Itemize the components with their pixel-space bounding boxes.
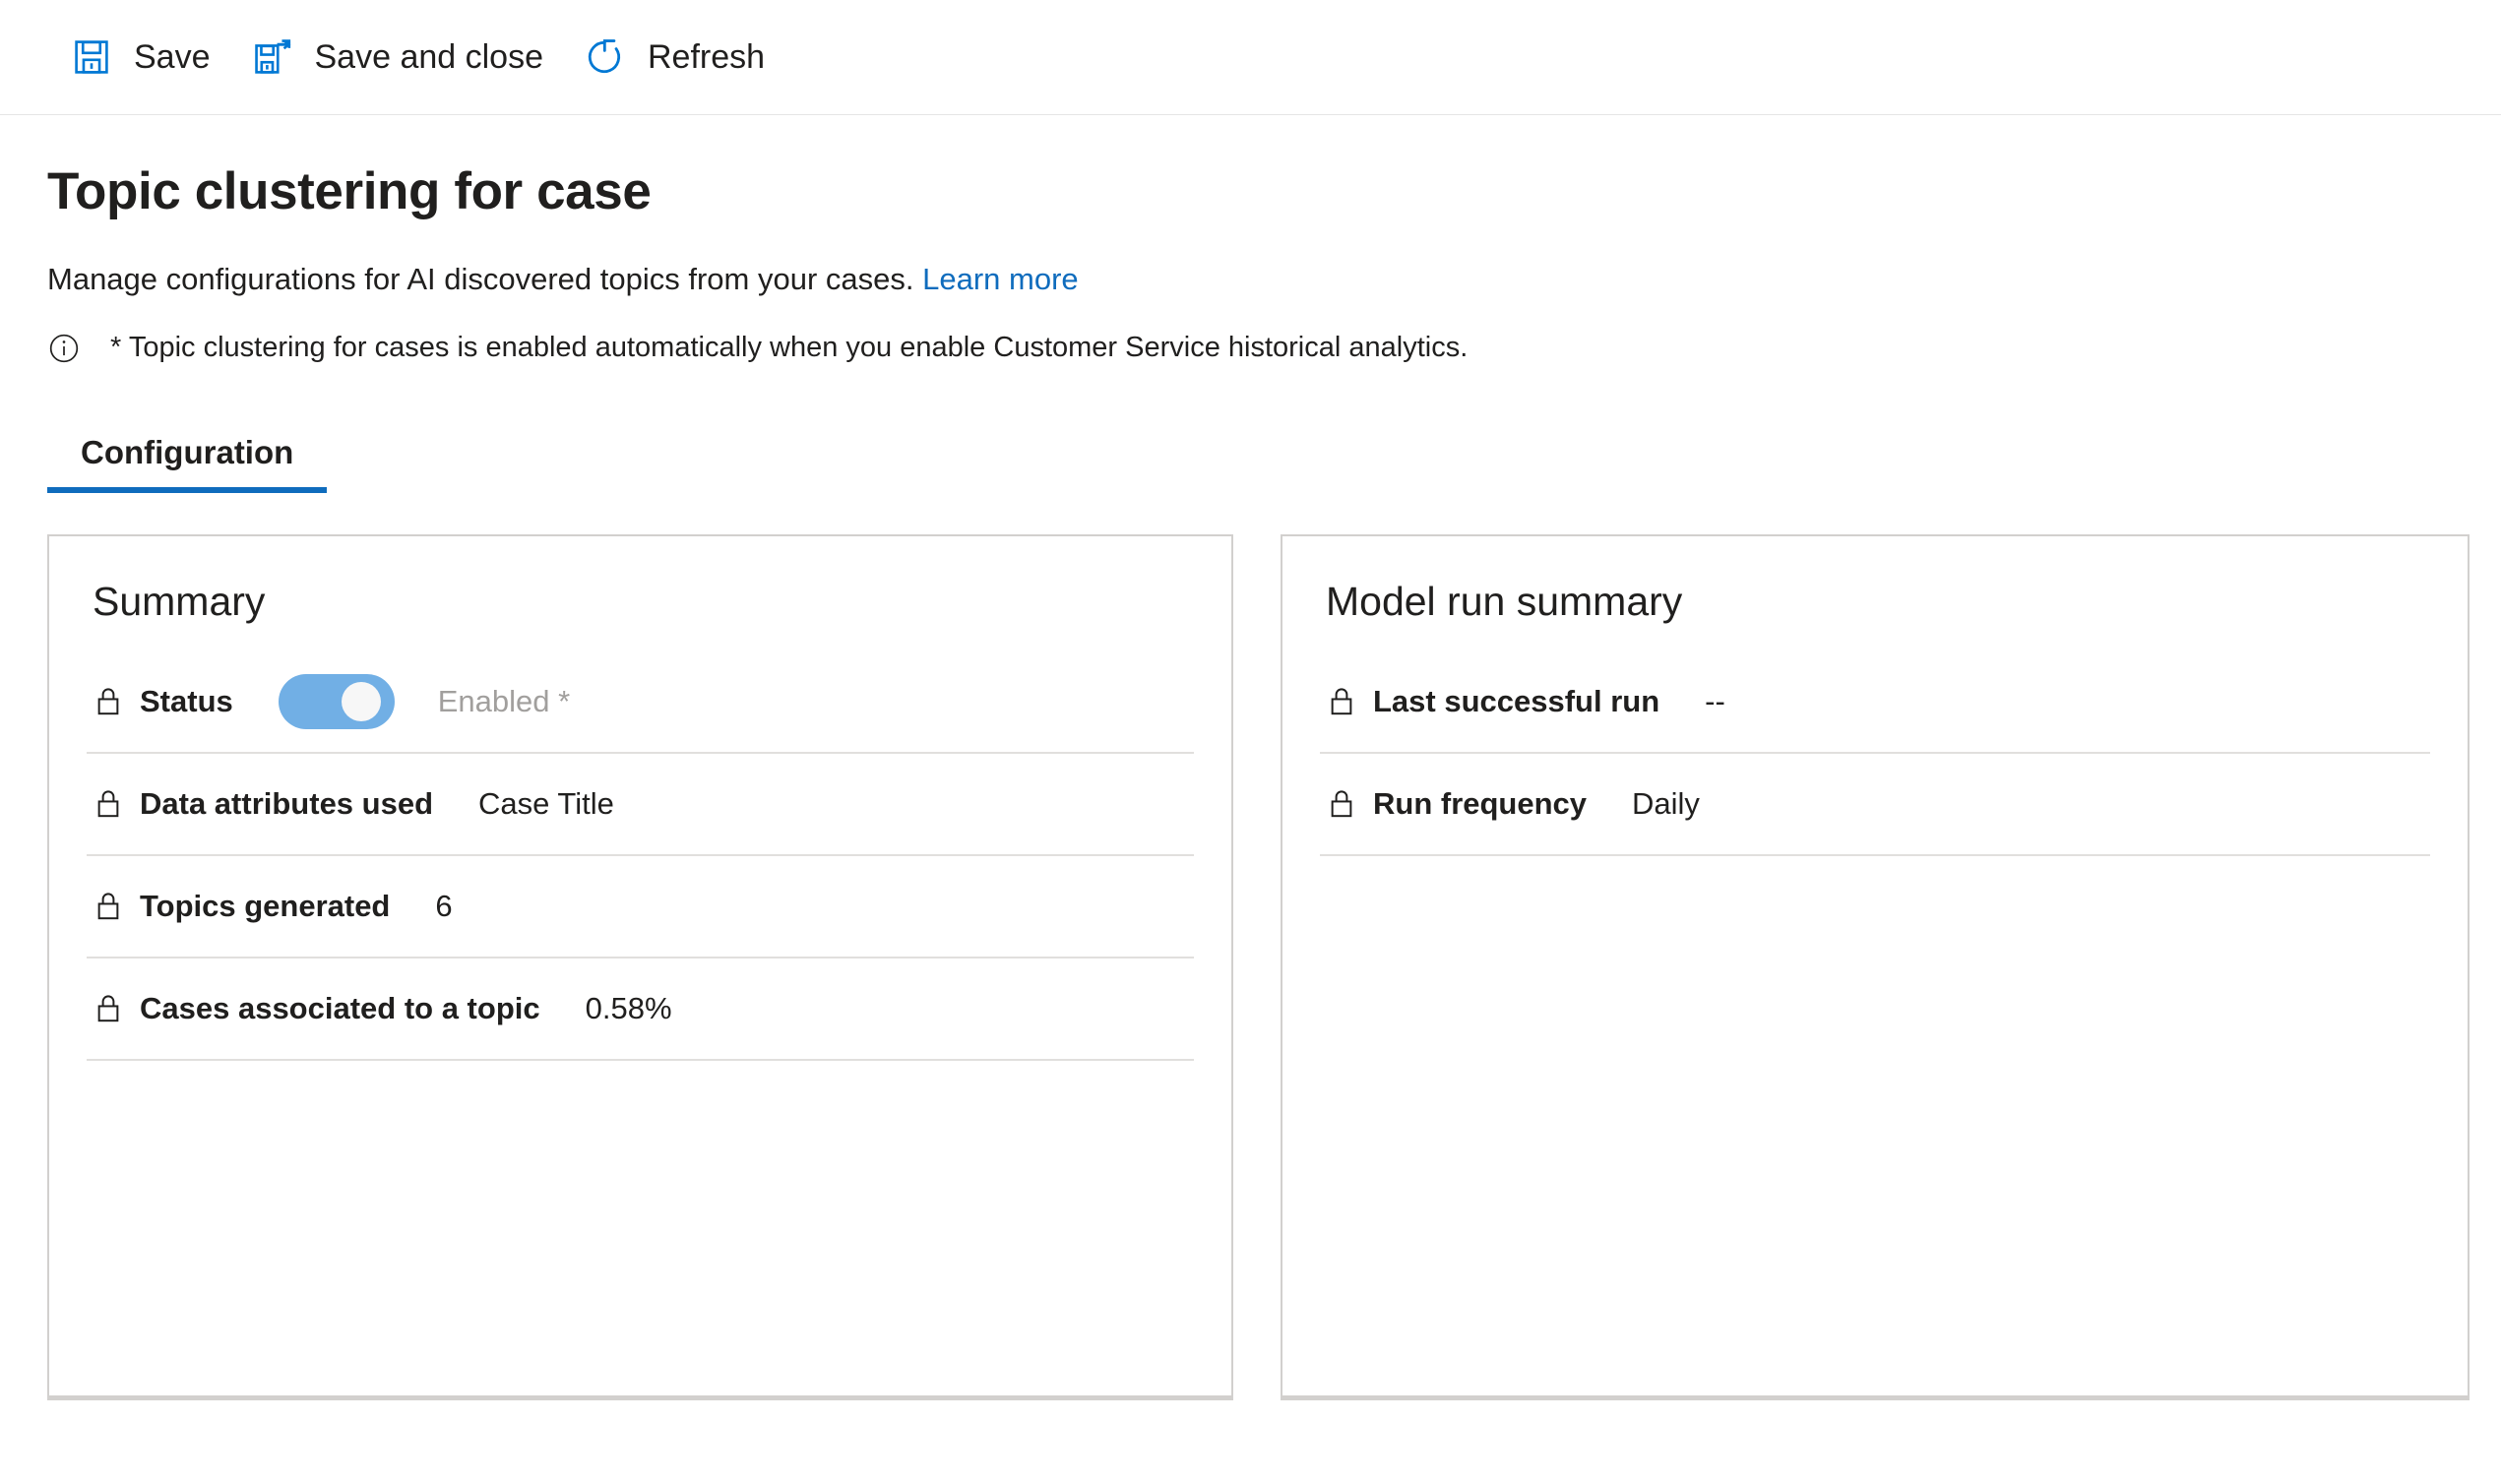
field-value-last-successful-run: -- — [1705, 684, 1725, 719]
lock-icon — [93, 991, 124, 1026]
status-toggle-value: Enabled * — [437, 684, 571, 719]
lock-icon — [1326, 786, 1357, 822]
field-row-run-frequency: Run frequency Daily — [1320, 754, 2430, 857]
field-value-cases-associated-to-a-topic: 0.58% — [585, 991, 672, 1026]
field-label-cases-associated-to-a-topic: Cases associated to a topic — [140, 991, 540, 1026]
learn-more-link[interactable]: Learn more — [922, 262, 1079, 296]
summary-card: Summary Status Enabled * Data attributes… — [47, 534, 1233, 1401]
field-value-data-attributes-used: Case Title — [478, 786, 614, 822]
cards-container: Summary Status Enabled * Data attributes… — [47, 534, 2501, 1401]
info-icon — [47, 332, 81, 365]
field-row-data-attributes-used: Data attributes used Case Title — [87, 754, 1194, 857]
save-and-close-button[interactable]: Save and close — [238, 27, 572, 88]
field-row-last-successful-run: Last successful run -- — [1320, 651, 2430, 755]
refresh-icon — [585, 36, 626, 78]
field-row-cases-associated-to-a-topic: Cases associated to a topic 0.58% — [87, 958, 1194, 1062]
refresh-button[interactable]: Refresh — [571, 27, 792, 88]
field-value-topics-generated: 6 — [435, 889, 453, 924]
page-title: Topic clustering for case — [47, 162, 652, 220]
summary-card-title: Summary — [93, 579, 266, 625]
tab-configuration[interactable]: Configuration — [47, 434, 328, 494]
field-row-status: Status Enabled * — [87, 651, 1194, 755]
info-note-text: * Topic clustering for cases is enabled … — [110, 332, 1469, 364]
page-description: Manage configurations for AI discovered … — [47, 260, 2501, 299]
field-label-topics-generated: Topics generated — [140, 889, 391, 924]
field-label-run-frequency: Run frequency — [1373, 786, 1588, 822]
field-label-last-successful-run: Last successful run — [1373, 684, 1660, 719]
save-button-label: Save — [134, 38, 211, 76]
field-value-run-frequency: Daily — [1632, 786, 1700, 822]
model-run-summary-card: Model run summary Last successful run -- — [1281, 534, 2470, 1401]
save-and-close-icon — [252, 36, 293, 78]
lock-icon — [93, 786, 124, 822]
refresh-button-label: Refresh — [648, 38, 766, 76]
field-label-data-attributes-used: Data attributes used — [140, 786, 434, 822]
save-icon — [71, 36, 112, 78]
tab-configuration-label: Configuration — [81, 434, 294, 471]
model-run-summary-card-title: Model run summary — [1326, 579, 1683, 625]
command-bar: Save Save and close Refresh — [0, 0, 2501, 115]
page-description-text: Manage configurations for AI discovered … — [47, 261, 914, 296]
save-and-close-button-label: Save and close — [314, 38, 544, 76]
status-toggle[interactable] — [278, 674, 395, 730]
lock-icon — [93, 684, 124, 719]
info-note: * Topic clustering for cases is enabled … — [47, 331, 2501, 365]
field-label-status: Status — [140, 684, 233, 719]
status-toggle-knob — [341, 682, 381, 722]
save-button[interactable]: Save — [57, 27, 238, 88]
page-content: Topic clustering for case Manage configu… — [0, 162, 2501, 1401]
lock-icon — [1326, 684, 1357, 719]
field-row-topics-generated: Topics generated 6 — [87, 856, 1194, 959]
lock-icon — [93, 889, 124, 924]
tab-list: Configuration — [47, 434, 2501, 494]
